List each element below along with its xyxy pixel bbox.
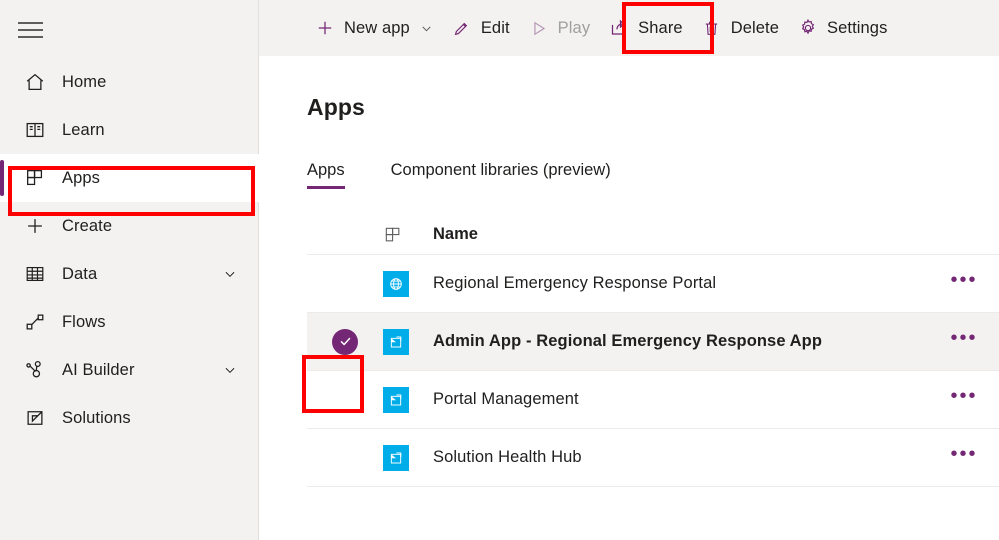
apps-table: Name Regional Emergency Response Portal	[307, 215, 999, 487]
power-apps-maker-portal: Home Learn Apps Create Data Flows AI Bui…	[0, 0, 999, 540]
tab-component-libraries[interactable]: Component libraries (preview)	[391, 161, 611, 189]
app-tile	[383, 328, 409, 355]
chevron-down-icon[interactable]	[420, 22, 433, 35]
row-checkbox[interactable]	[307, 371, 383, 428]
select-all-cell[interactable]	[307, 215, 383, 254]
table-row[interactable]: Solution Health Hub •••	[307, 429, 999, 487]
gear-icon	[797, 17, 819, 39]
sidebar-item-ai-builder[interactable]: AI Builder	[0, 346, 259, 394]
column-header-name[interactable]: Name	[433, 225, 929, 244]
table-row[interactable]: Regional Emergency Response Portal •••	[307, 255, 999, 313]
new-app-label: New app	[344, 18, 410, 37]
settings-label: Settings	[827, 18, 888, 37]
row-checkbox[interactable]	[307, 313, 383, 370]
hamburger-bar	[18, 36, 43, 38]
hamburger-bar	[18, 29, 43, 31]
table-header-row: Name	[307, 215, 999, 255]
table-row[interactable]: Portal Management •••	[307, 371, 999, 429]
trash-icon	[701, 17, 723, 39]
main-content: Apps Apps Component libraries (preview) …	[259, 56, 999, 540]
plus-icon	[314, 17, 336, 39]
sidebar-item-flows[interactable]: Flows	[0, 298, 259, 346]
model-driven-app-icon	[383, 444, 433, 471]
header-spacer	[929, 231, 999, 239]
row-more-menu[interactable]: •••	[929, 270, 999, 292]
flow-icon	[22, 309, 48, 335]
row-more-menu[interactable]: •••	[929, 386, 999, 408]
sidebar-item-label: Home	[62, 72, 107, 91]
tab-list: Apps Component libraries (preview)	[307, 153, 999, 189]
play-button[interactable]: Play	[519, 8, 600, 48]
row-checkbox[interactable]	[307, 255, 383, 312]
app-name: Admin App - Regional Emergency Response …	[433, 332, 823, 350]
sidebar-item-label: Apps	[62, 168, 101, 187]
sidebar-item-label: Data	[62, 264, 98, 283]
play-label: Play	[557, 18, 591, 37]
app-tile	[383, 270, 409, 297]
tab-apps[interactable]: Apps	[307, 161, 345, 189]
book-icon	[22, 117, 48, 143]
pencil-icon	[451, 17, 473, 39]
app-tile	[383, 444, 409, 471]
command-bar: New app Edit Play Share Delete Settings	[259, 0, 999, 56]
model-driven-app-icon	[383, 386, 433, 413]
sidebar-nav: Home Learn Apps Create Data Flows AI Bui…	[0, 58, 259, 442]
table-icon	[22, 261, 48, 287]
sidebar: Home Learn Apps Create Data Flows AI Bui…	[0, 0, 259, 540]
delete-button[interactable]: Delete	[692, 8, 788, 48]
app-name: Solution Health Hub	[433, 448, 582, 466]
checkmark-icon	[332, 328, 358, 355]
sidebar-item-apps[interactable]: Apps	[0, 154, 259, 202]
sidebar-item-create[interactable]: Create	[0, 202, 259, 250]
table-row[interactable]: Admin App - Regional Emergency Response …	[307, 313, 999, 371]
chevron-down-icon[interactable]	[223, 267, 237, 281]
chevron-down-icon[interactable]	[223, 363, 237, 377]
apps-grid-icon	[22, 165, 48, 191]
sidebar-item-data[interactable]: Data	[0, 250, 259, 298]
sidebar-item-learn[interactable]: Learn	[0, 106, 259, 154]
page-title: Apps	[307, 94, 365, 120]
solutions-icon	[22, 405, 48, 431]
settings-button[interactable]: Settings	[788, 8, 896, 48]
sidebar-item-label: Create	[62, 216, 113, 235]
new-app-button[interactable]: New app	[305, 8, 442, 48]
row-more-menu[interactable]: •••	[929, 444, 999, 466]
sidebar-item-label: Flows	[62, 312, 106, 331]
sidebar-item-label: AI Builder	[62, 360, 135, 379]
share-icon	[608, 17, 630, 39]
hamburger-bar	[18, 22, 43, 24]
share-label: Share	[638, 18, 683, 37]
row-more-menu[interactable]: •••	[929, 328, 999, 350]
edit-label: Edit	[480, 18, 510, 37]
edit-button[interactable]: Edit	[442, 8, 519, 48]
app-tile	[383, 386, 409, 413]
model-driven-app-icon	[383, 328, 433, 355]
row-checkbox[interactable]	[307, 429, 383, 486]
home-icon	[22, 69, 48, 95]
sidebar-item-label: Learn	[62, 120, 105, 139]
ai-builder-icon	[22, 357, 48, 383]
app-name: Portal Management	[433, 390, 579, 408]
apps-grid-icon	[383, 225, 433, 245]
plus-icon	[22, 213, 48, 239]
delete-label: Delete	[730, 18, 779, 37]
globe-app-icon	[383, 270, 433, 297]
sidebar-item-solutions[interactable]: Solutions	[0, 394, 259, 442]
sidebar-item-label: Solutions	[62, 408, 131, 427]
play-icon	[528, 17, 550, 39]
hamburger-icon[interactable]	[18, 16, 50, 44]
app-name: Regional Emergency Response Portal	[433, 274, 717, 292]
sidebar-item-home[interactable]: Home	[0, 58, 259, 106]
share-button[interactable]: Share	[599, 8, 692, 48]
